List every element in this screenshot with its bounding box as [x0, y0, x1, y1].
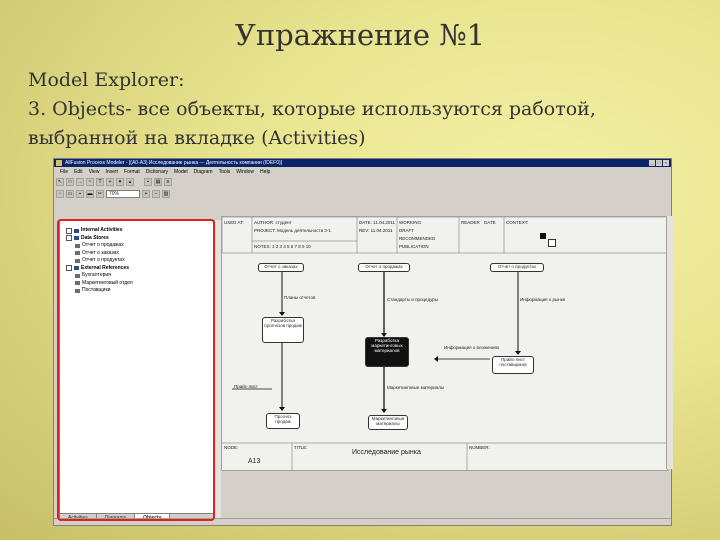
- highlight-frame: [57, 219, 215, 521]
- marketing-materials-label: Маркетинговые материалы: [387, 385, 445, 390]
- slide-line-1: Model Explorer:: [28, 69, 185, 91]
- author-label: AUTHOR: студент: [254, 220, 292, 225]
- arrow-tool-icon[interactable]: →: [76, 178, 84, 186]
- context-label: CONTEXT:: [506, 220, 529, 225]
- cut-icon[interactable]: ✂: [96, 190, 104, 198]
- decompose-icon[interactable]: ▾: [116, 178, 124, 186]
- used-at-label: USED AT:: [224, 220, 244, 225]
- date2-label: DATE: [484, 220, 496, 225]
- number-label: NUMBER:: [469, 445, 490, 450]
- output-forecast[interactable]: Прогноз продаж: [266, 413, 300, 429]
- toolbar-standard: ▫ ▭ ▪ ▬ ✂ 70% + − ▥: [56, 189, 669, 199]
- toolbar-draw: ↖ □ → ~ T + ▾ ▴ ▪ ▤ ≡: [56, 177, 669, 187]
- pointer-icon[interactable]: ↖: [56, 178, 64, 186]
- menu-window[interactable]: Window: [236, 169, 254, 175]
- working-label: WORKING: [399, 220, 421, 225]
- notes-label: NOTES: 1 2 3 4 5 6 7 8 9 10: [254, 244, 311, 249]
- print-icon[interactable]: ▬: [86, 190, 94, 198]
- context-node-icon: [540, 233, 546, 239]
- reader-label: READER: [461, 220, 480, 225]
- draft-label: DRAFT: [399, 228, 414, 233]
- report-icon[interactable]: ▤: [154, 178, 162, 186]
- standards-label: Стандарты и процедуры: [387, 297, 439, 302]
- output-marketing-materials[interactable]: Маркетинговые материалы: [368, 415, 408, 430]
- diagram-scrollbar[interactable]: [666, 216, 673, 469]
- activity-develop-forecast[interactable]: Разработка прогнозов продаж: [262, 317, 304, 343]
- plans-label: Планы отчетов: [284, 295, 316, 300]
- menu-view[interactable]: View: [89, 169, 100, 175]
- menu-format[interactable]: Format: [124, 169, 140, 175]
- model-icon[interactable]: ▪: [144, 178, 152, 186]
- store-sales[interactable]: Отчет о продажах: [358, 263, 410, 272]
- zoom-select[interactable]: 70%: [106, 190, 140, 198]
- maximize-icon[interactable]: □: [656, 160, 662, 166]
- activity-marketing-materials[interactable]: Разработка маркетинговых материалов: [365, 337, 409, 367]
- explorer-scrollbar[interactable]: [214, 220, 221, 523]
- slide-line-2: 3. Objects- все объекты, которые использ…: [28, 98, 596, 120]
- dictionary-icon[interactable]: ≡: [164, 178, 172, 186]
- node-label: NODE:: [224, 445, 239, 450]
- zoom-out-icon[interactable]: −: [152, 190, 160, 198]
- close-icon[interactable]: ×: [663, 160, 669, 166]
- price-list-label: Прайс-лист: [234, 384, 258, 389]
- menu-tools[interactable]: Tools: [219, 169, 231, 175]
- menu-insert[interactable]: Insert: [105, 169, 118, 175]
- minimize-icon[interactable]: _: [649, 160, 655, 166]
- squiggle-icon[interactable]: ~: [86, 178, 94, 186]
- app-icon: [56, 160, 62, 166]
- publication-label: PUBLICATION: [399, 244, 429, 249]
- info-investments-label: Информация о вложениях: [444, 345, 500, 350]
- store-orders[interactable]: Отчет о заказах: [258, 263, 304, 272]
- menu-file[interactable]: File: [60, 169, 68, 175]
- date-label: DATE: 11.04.2011: [359, 220, 396, 225]
- junction-icon[interactable]: +: [106, 178, 114, 186]
- zoom-in-icon[interactable]: +: [142, 190, 150, 198]
- slide-text: Model Explorer: 3. Objects- все объекты,…: [28, 66, 708, 153]
- diagram-lines: [222, 217, 667, 470]
- context-node-icon: [548, 239, 556, 247]
- node-value: A13: [248, 458, 261, 465]
- info-market-label: Информация о рынке: [520, 297, 566, 302]
- title-label: TITLE:: [294, 445, 308, 450]
- window-title: AllFusion Process Modeler - [(A0-A3) Исс…: [65, 160, 283, 166]
- parent-icon[interactable]: ▴: [126, 178, 134, 186]
- rev-label: REV: 11.04.2011: [359, 228, 393, 233]
- save-icon[interactable]: ▪: [76, 190, 84, 198]
- menu-diagram[interactable]: Diagram: [194, 169, 213, 175]
- menubar: File Edit View Insert Format Dictionary …: [54, 167, 671, 176]
- activity-box-icon[interactable]: □: [66, 178, 74, 186]
- slide-line-3: выбранной на вкладке (Activities): [28, 127, 366, 149]
- slide-title: Упражнение №1: [234, 18, 486, 52]
- store-products[interactable]: Отчет о продуктах: [490, 263, 544, 272]
- diagram-canvas[interactable]: USED AT: AUTHOR: студент PROJECT: Модель…: [221, 216, 668, 471]
- activity-price-list[interactable]: Прайс-лист поставщиков: [492, 356, 534, 374]
- window-titlebar[interactable]: AllFusion Process Modeler - [(A0-A3) Исс…: [54, 159, 671, 167]
- project-label: PROJECT: Модель деятельности 3-1: [254, 228, 331, 233]
- menu-help[interactable]: Help: [260, 169, 270, 175]
- open-icon[interactable]: ▭: [66, 190, 74, 198]
- new-icon[interactable]: ▫: [56, 190, 64, 198]
- menu-model[interactable]: Model: [174, 169, 188, 175]
- diagram-title: Исследование рынка: [352, 449, 421, 456]
- model-explorer-icon[interactable]: ▥: [162, 190, 170, 198]
- menu-dictionary[interactable]: Dictionary: [146, 169, 168, 175]
- menu-edit[interactable]: Edit: [74, 169, 83, 175]
- recommended-label: RECOMMENDED: [399, 236, 436, 241]
- text-tool-icon[interactable]: T: [96, 178, 104, 186]
